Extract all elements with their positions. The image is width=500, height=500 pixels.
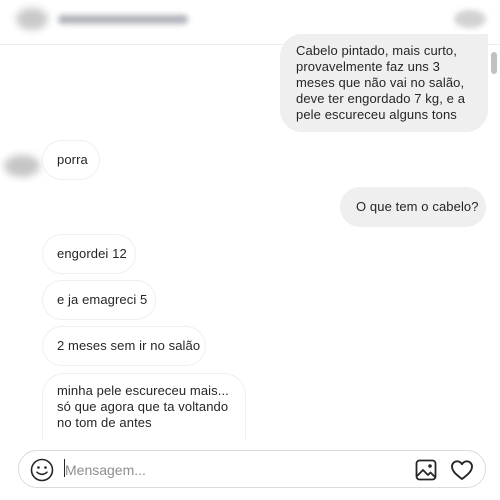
message-outgoing: O que tem o cabelo? <box>340 187 486 227</box>
message-incoming: minha pele escureceu mais... só que agor… <box>42 373 246 439</box>
message-incoming: engordei 12 <box>42 234 136 274</box>
message-composer <box>18 450 486 488</box>
message-outgoing: Cabelo pintado, mais curto, provavelment… <box>280 34 488 132</box>
message-text: e ja emagreci 5 <box>57 292 148 307</box>
message-text: engordei 12 <box>57 246 127 261</box>
contact-avatar[interactable] <box>16 8 48 30</box>
message-text: minha pele escureceu mais... só que agor… <box>57 382 229 430</box>
message-text: Cabelo pintado, mais curto, provavelment… <box>296 43 466 122</box>
smiley-icon[interactable] <box>29 457 55 483</box>
heart-icon[interactable] <box>450 458 474 482</box>
image-icon[interactable] <box>415 459 437 481</box>
info-icon[interactable] <box>454 10 486 28</box>
message-text: 2 meses sem ir no salão <box>57 338 201 353</box>
text-cursor <box>64 459 65 477</box>
sender-avatar[interactable] <box>4 155 40 177</box>
contact-name-blurred[interactable] <box>58 15 188 24</box>
message-text: O que tem o cabelo? <box>356 199 479 214</box>
message-incoming: e ja emagreci 5 <box>42 280 156 320</box>
message-input[interactable] <box>65 459 365 481</box>
message-incoming: 2 meses sem ir no salão <box>42 326 206 366</box>
message-text: porra <box>57 152 88 167</box>
scrollbar[interactable] <box>491 52 497 74</box>
message-incoming: porra <box>42 140 100 180</box>
